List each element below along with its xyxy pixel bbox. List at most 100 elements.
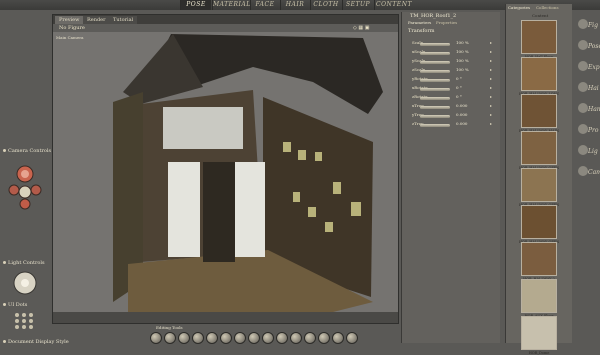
room-tab-face[interactable]: FACE bbox=[250, 0, 279, 10]
parameter-value[interactable]: 100 % bbox=[456, 58, 469, 63]
parameter-value[interactable]: 0 ° bbox=[456, 76, 462, 81]
tab-parameters[interactable]: Parameters bbox=[408, 20, 431, 25]
room-tab-hair[interactable]: HAIR bbox=[280, 0, 309, 10]
parameter-arrow-icon[interactable]: ▸ bbox=[490, 103, 492, 108]
parameter-dial[interactable] bbox=[420, 61, 450, 64]
editing-tool-icon[interactable] bbox=[206, 332, 218, 344]
library-thumbnail bbox=[521, 168, 557, 202]
parameter-value[interactable]: 0 ° bbox=[456, 94, 462, 99]
tab-render[interactable]: Render bbox=[83, 16, 110, 24]
transform-section-header[interactable]: Transform bbox=[408, 28, 434, 34]
library-thumbnail bbox=[521, 20, 557, 54]
parameter-value[interactable]: 0 ° bbox=[456, 85, 462, 90]
room-tab-setup[interactable]: SETUP bbox=[342, 0, 373, 10]
library-tab-collections[interactable]: Collections bbox=[536, 5, 559, 10]
library-thumbnail bbox=[521, 279, 557, 313]
light-control-widget[interactable] bbox=[12, 270, 38, 296]
parameter-value[interactable]: 0.000 bbox=[456, 112, 467, 117]
parameter-row[interactable]: xTran 0.000 ▸ bbox=[412, 103, 496, 109]
parameter-value[interactable]: 0.000 bbox=[456, 103, 467, 108]
parameter-row[interactable]: zScale 100 % ▸ bbox=[412, 67, 496, 73]
parameter-arrow-icon[interactable]: ▸ bbox=[490, 49, 492, 54]
library-item[interactable]: HOR_HALLWAY LONG bbox=[519, 57, 559, 96]
parameter-row[interactable]: yTran 0.000 ▸ bbox=[412, 112, 496, 118]
editing-tool-icon[interactable] bbox=[192, 332, 204, 344]
library-item[interactable]: HOR_HALLWAY OPEN 2 bbox=[519, 168, 559, 207]
parameter-row[interactable]: zTran 0.000 ▸ bbox=[412, 121, 496, 127]
window-controls-icon[interactable]: ◇ ▦ ▣ bbox=[353, 25, 369, 31]
library-item-label: HOR_Dome bbox=[528, 351, 550, 355]
parameter-arrow-icon[interactable]: ▸ bbox=[490, 112, 492, 117]
library-category-tab[interactable]: Hai bbox=[572, 79, 600, 100]
library-item[interactable]: HOR_AUX Floor bbox=[519, 279, 559, 318]
library-item[interactable]: HOR_Dome bbox=[519, 316, 559, 355]
library-item[interactable]: HOR_HALLWAY OPEN END 1 bbox=[519, 205, 559, 244]
editing-tool-icon[interactable] bbox=[290, 332, 302, 344]
parameter-dial[interactable] bbox=[420, 106, 450, 109]
parameter-arrow-icon[interactable]: ▸ bbox=[490, 58, 492, 63]
parameter-value[interactable]: 100 % bbox=[456, 49, 469, 54]
parameter-arrow-icon[interactable]: ▸ bbox=[490, 40, 492, 45]
parameter-value[interactable]: 0.000 bbox=[456, 121, 467, 126]
parameter-row[interactable]: zRotate0 °▸ bbox=[412, 94, 496, 100]
parameter-row[interactable]: yScale 100 % ▸ bbox=[412, 58, 496, 64]
parameter-arrow-icon[interactable]: ▸ bbox=[490, 121, 492, 126]
parameter-dial[interactable] bbox=[420, 115, 450, 118]
room-tab-pose[interactable]: POSE bbox=[180, 0, 211, 10]
parameter-arrow-icon[interactable]: ▸ bbox=[490, 85, 492, 90]
parameter-arrow-icon[interactable]: ▸ bbox=[490, 76, 492, 81]
editing-tool-icon[interactable] bbox=[262, 332, 274, 344]
tab-properties[interactable]: Properties bbox=[436, 20, 457, 25]
scene-canvas[interactable]: Main Camera bbox=[53, 32, 398, 312]
category-icon bbox=[578, 61, 588, 71]
library-category-tab[interactable]: Han bbox=[572, 100, 600, 121]
parameter-dial[interactable] bbox=[420, 124, 450, 127]
library-category-tab[interactable]: Pro bbox=[572, 121, 600, 142]
room-tab-material[interactable]: MATERIAL bbox=[212, 0, 250, 10]
library-thumbnail bbox=[521, 242, 557, 276]
library-category-tab[interactable]: Pose bbox=[572, 37, 600, 58]
editing-tool-icon[interactable] bbox=[248, 332, 260, 344]
parameter-arrow-icon[interactable]: ▸ bbox=[490, 67, 492, 72]
parameter-dial[interactable] bbox=[420, 79, 450, 82]
parameter-dial[interactable] bbox=[420, 43, 450, 46]
ui-dots-grid[interactable] bbox=[14, 312, 34, 330]
library-item[interactable]: HOR_HALLWAY 2 bbox=[519, 242, 559, 281]
parameter-arrow-icon[interactable]: ▸ bbox=[490, 94, 492, 99]
library-item[interactable]: HOR_Hall Floor bbox=[519, 20, 559, 59]
library-item[interactable]: HOR_HALLWAY OPEN 1 bbox=[519, 131, 559, 170]
tab-preview[interactable]: Preview bbox=[55, 16, 84, 24]
category-tab-label: Hai bbox=[588, 85, 599, 92]
library-item[interactable]: HOR_HALLWAY MAIN bbox=[519, 94, 559, 133]
editing-tool-icon[interactable] bbox=[318, 332, 330, 344]
library-tab-categories[interactable]: Categories bbox=[508, 5, 530, 10]
library-category-tab[interactable]: Cam bbox=[572, 163, 600, 184]
editing-tool-icon[interactable] bbox=[332, 332, 344, 344]
editing-tool-icon[interactable] bbox=[304, 332, 316, 344]
room-tab-cloth[interactable]: CLOTH bbox=[310, 0, 341, 10]
editing-tool-icon[interactable] bbox=[220, 332, 232, 344]
editing-tool-icon[interactable] bbox=[164, 332, 176, 344]
editing-tool-icon[interactable] bbox=[276, 332, 288, 344]
parameter-dial[interactable] bbox=[420, 52, 450, 55]
parameter-row[interactable]: xRotate0 °▸ bbox=[412, 85, 496, 91]
parameter-dial[interactable] bbox=[420, 97, 450, 100]
figure-select[interactable]: No Figure bbox=[59, 25, 85, 31]
parameter-row[interactable]: Scale 100 % ▸ bbox=[412, 40, 496, 46]
room-tab-content[interactable]: CONTENT bbox=[374, 0, 413, 10]
camera-control-widget[interactable] bbox=[8, 160, 42, 210]
parameter-row[interactable]: xScale 100 % ▸ bbox=[412, 49, 496, 55]
parameter-dial[interactable] bbox=[420, 70, 450, 73]
editing-tool-icon[interactable] bbox=[150, 332, 162, 344]
editing-tool-icon[interactable] bbox=[234, 332, 246, 344]
editing-tool-icon[interactable] bbox=[346, 332, 358, 344]
tab-tutorial[interactable]: Tutorial bbox=[109, 16, 138, 24]
parameter-value[interactable]: 100 % bbox=[456, 67, 469, 72]
parameter-dial[interactable] bbox=[420, 88, 450, 91]
library-category-tab[interactable]: Fig bbox=[572, 16, 600, 37]
editing-tool-icon[interactable] bbox=[178, 332, 190, 344]
library-category-tab[interactable]: Lig bbox=[572, 142, 600, 163]
parameter-row[interactable]: yRotate0 °▸ bbox=[412, 76, 496, 82]
library-category-tab[interactable]: Exp bbox=[572, 58, 600, 79]
parameter-value[interactable]: 100 % bbox=[456, 40, 469, 45]
